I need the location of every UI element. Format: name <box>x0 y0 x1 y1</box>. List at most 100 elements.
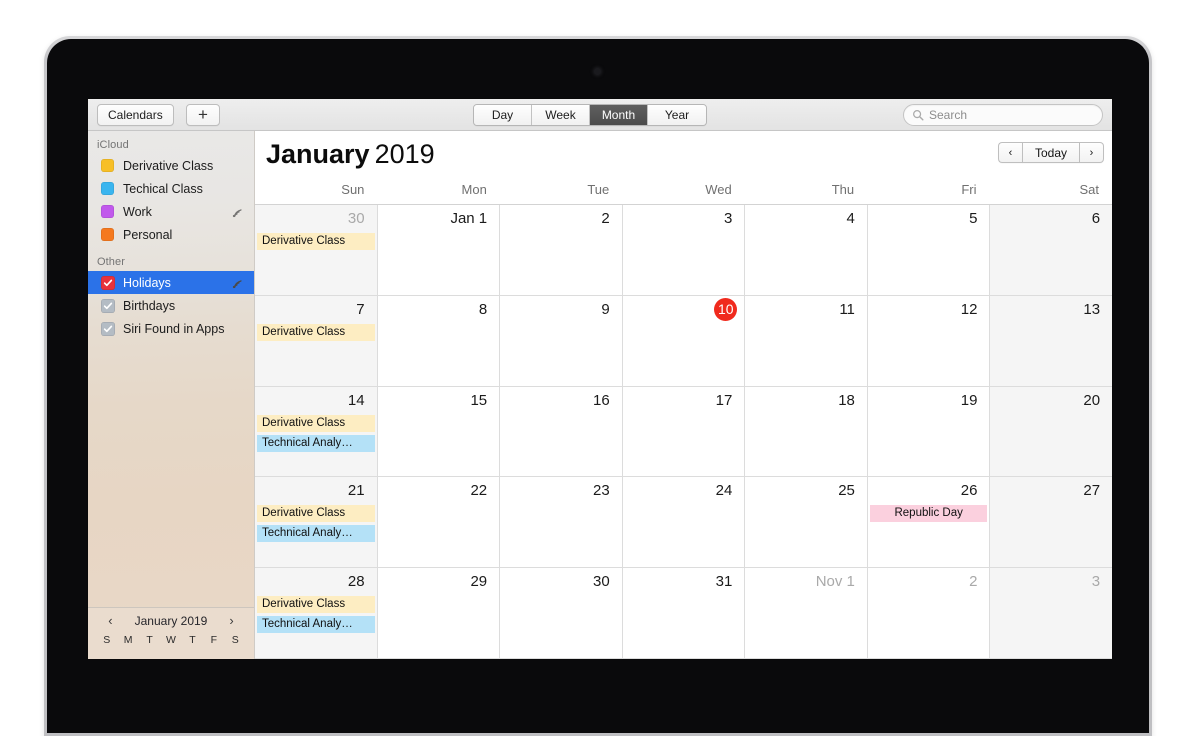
day-cell[interactable]: 20 <box>990 386 1112 477</box>
day-number: 29 <box>470 573 488 591</box>
day-cell[interactable]: Jan 1 <box>377 205 501 295</box>
event-chip[interactable]: Derivative Class <box>257 414 375 432</box>
calendar-item-siri-found-in-apps[interactable]: Siri Found in Apps <box>88 317 254 340</box>
day-cell[interactable]: 27 <box>990 477 1112 568</box>
day-of-week-header: Fri <box>961 182 977 197</box>
other-calendar-list: Holidays Birthdays Siri Found in Apps <box>88 271 254 340</box>
day-cell[interactable]: 16 <box>500 386 623 477</box>
day-number: 8 <box>478 300 488 318</box>
day-cell[interactable]: 24 <box>622 477 746 568</box>
day-cell[interactable]: 23 <box>500 477 623 568</box>
view-tab-label: Month <box>601 108 636 122</box>
calendar-item-techical-class[interactable]: Techical Class <box>88 177 254 200</box>
event-chip[interactable]: Derivative Class <box>257 596 375 614</box>
add-event-button[interactable]: + <box>186 104 220 126</box>
broadcast-icon <box>232 208 242 217</box>
day-cell[interactable]: 13 <box>990 295 1112 386</box>
mini-calendar-day-initials: SMTWTFS <box>88 634 254 646</box>
event-chip[interactable]: Derivative Class <box>257 323 375 341</box>
calendar-item-birthdays[interactable]: Birthdays <box>88 294 254 317</box>
day-number: 21 <box>347 482 365 500</box>
day-cell[interactable]: 3 <box>622 205 746 295</box>
day-cell[interactable]: 2 <box>500 205 623 295</box>
day-cell[interactable]: 30 Derivative Class <box>255 205 378 295</box>
calendar-color-swatch <box>101 205 114 218</box>
calendar-checkbox[interactable] <box>101 275 115 290</box>
day-cell[interactable]: 22 <box>377 477 501 568</box>
day-of-week-header-row: Sun Mon Tue Wed Thu Fri Sat <box>255 179 1112 205</box>
day-cell[interactable]: 7 Derivative Class <box>255 295 378 386</box>
mini-calendar-day-initial: W <box>166 634 176 646</box>
day-cell[interactable]: 5 <box>867 205 991 295</box>
event-chip[interactable]: Technical Analy… <box>257 616 375 634</box>
day-number: 18 <box>838 391 855 409</box>
day-number: 24 <box>715 482 733 500</box>
day-cell[interactable]: 19 <box>867 386 991 477</box>
day-cell[interactable]: 3 <box>990 568 1112 658</box>
today-button[interactable]: Today <box>1021 142 1080 163</box>
calendar-item-derivative-class[interactable]: Derivative Class <box>88 154 254 177</box>
chevron-left-icon: ‹ <box>1008 146 1013 159</box>
calendar-item-personal[interactable]: Personal <box>88 223 254 246</box>
search-input[interactable]: Search <box>903 104 1103 126</box>
view-switcher[interactable]: Day Week Month Year <box>473 104 707 126</box>
day-cell[interactable]: 30 <box>500 568 623 658</box>
day-cell[interactable]: 2 <box>867 568 991 658</box>
view-tab-day[interactable]: Day <box>474 105 532 125</box>
day-cell[interactable]: 10 <box>622 295 746 386</box>
calendar-item-holidays[interactable]: Holidays <box>88 271 254 294</box>
day-cell[interactable]: 31 <box>622 568 746 658</box>
calendar-item-label: Work <box>123 204 152 219</box>
day-number: 15 <box>470 391 488 409</box>
week-row: 21 Derivative Class Technical Analy… 22 23 24… <box>255 477 1112 569</box>
day-cell[interactable]: 28 Derivative Class Technical Analy… <box>255 568 378 658</box>
event-chip[interactable]: Derivative Class <box>257 505 375 523</box>
view-tab-week[interactable]: Week <box>532 105 590 125</box>
calendar-checkbox[interactable] <box>101 321 115 336</box>
event-chip[interactable]: Technical Analy… <box>257 434 375 452</box>
view-tab-month[interactable]: Month <box>590 105 648 125</box>
calendar-item-work[interactable]: Work <box>88 200 254 223</box>
day-cell[interactable]: Nov 1 <box>745 568 868 658</box>
event-chip[interactable]: Derivative Class <box>257 233 375 250</box>
event-chip[interactable]: Republic Day <box>869 505 988 523</box>
day-cell[interactable]: 17 <box>622 386 746 477</box>
calendar-app-window: Calendars + Day Week Month Year Search iClo… <box>88 99 1112 659</box>
mini-calendar-next-icon[interactable]: › <box>229 613 233 628</box>
mini-calendar-prev-icon[interactable]: ‹ <box>108 613 112 628</box>
icloud-section-header: iCloud <box>97 139 129 151</box>
day-number: 12 <box>960 300 978 318</box>
day-cell[interactable]: 8 <box>377 295 501 386</box>
day-number: 2 <box>969 573 978 591</box>
day-cell[interactable]: 15 <box>377 386 501 477</box>
day-cell[interactable]: 9 <box>500 295 623 386</box>
previous-month-button[interactable]: ‹ <box>997 142 1022 163</box>
month-year-title: January 2019 <box>266 137 1112 171</box>
next-month-button[interactable]: › <box>1080 142 1104 163</box>
day-cell[interactable]: 11 <box>745 295 868 386</box>
day-cell[interactable]: 25 <box>745 477 868 568</box>
calendar-header: January 2019 ‹ Today › <box>255 131 1112 179</box>
other-section-header: Other <box>97 256 126 268</box>
day-cell[interactable]: 4 <box>745 205 868 295</box>
day-cell[interactable]: 12 <box>867 295 991 386</box>
day-cell[interactable]: 6 <box>990 205 1112 295</box>
day-number: 30 <box>593 573 610 591</box>
day-cell[interactable]: 21 Derivative Class Technical Analy… <box>255 477 378 568</box>
calendar-item-label: Derivative Class <box>123 158 214 173</box>
day-number: Nov 1 <box>815 573 855 591</box>
day-number: 5 <box>969 210 978 227</box>
event-chip[interactable]: Technical Analy… <box>257 525 375 543</box>
mini-calendar-day-initial: T <box>189 634 196 646</box>
day-cell[interactable]: 14 Derivative Class Technical Analy… <box>255 386 378 477</box>
view-tab-year[interactable]: Year <box>648 105 706 125</box>
day-cell[interactable]: 26 Republic Day <box>867 477 991 568</box>
week-row: 30 Derivative Class Jan 1 2 3 4 5 6 <box>255 205 1112 296</box>
day-cell[interactable]: 29 <box>377 568 501 658</box>
mini-calendar-header: ‹ January 2019 › <box>88 613 254 628</box>
checkmark-icon <box>103 325 113 332</box>
icloud-calendar-list: Derivative Class Techical Class Work Person… <box>88 154 254 246</box>
calendars-button[interactable]: Calendars <box>97 104 174 126</box>
day-cell[interactable]: 18 <box>745 386 868 477</box>
calendar-checkbox[interactable] <box>101 298 115 313</box>
